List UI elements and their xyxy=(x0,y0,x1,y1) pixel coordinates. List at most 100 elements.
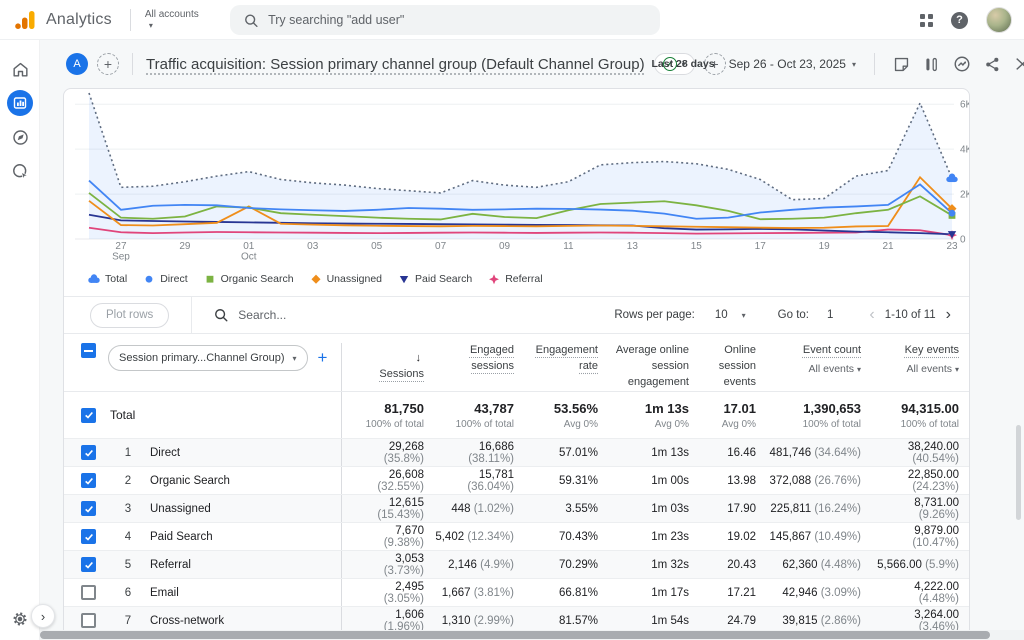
metric-cell: 29,268 (35.8%) xyxy=(341,439,434,466)
account-switcher[interactable]: All accounts ▾ xyxy=(145,10,199,30)
row-index: 7 xyxy=(108,615,148,627)
search-icon xyxy=(214,308,228,322)
table-row: 3Unassigned12,615 (15.43%)448 (1.02%)3.5… xyxy=(64,494,969,522)
divider xyxy=(191,297,192,334)
metric-cell: 66.81% xyxy=(524,587,608,599)
y-axis-label: 2K xyxy=(960,190,969,201)
apps-grid-icon[interactable] xyxy=(920,14,933,27)
rows-per-page-value[interactable]: 10 xyxy=(715,309,728,321)
search-icon xyxy=(244,13,258,28)
plot-rows-button[interactable]: Plot rows xyxy=(90,303,169,328)
dimension-dropdown[interactable]: Session primary...Channel Group) ▾ xyxy=(108,345,308,371)
help-icon[interactable]: ? xyxy=(951,12,968,29)
x-axis-sublabel: Sep xyxy=(112,252,130,262)
table-search-input[interactable] xyxy=(238,308,458,322)
table-search[interactable] xyxy=(214,308,614,322)
x-axis-label: 07 xyxy=(435,241,447,252)
sidebar-item-explore[interactable] xyxy=(0,120,40,154)
add-dimension-button[interactable]: + xyxy=(318,348,328,368)
global-search-input[interactable] xyxy=(268,13,646,27)
x-axis-label: 29 xyxy=(179,241,191,252)
row-checkbox[interactable] xyxy=(81,613,96,628)
clipped-edge-icon[interactable] xyxy=(1014,55,1024,73)
total-row-label: Total xyxy=(108,408,341,422)
metric-cell: 59.31% xyxy=(524,475,608,487)
column-header-average-online-session-engagement[interactable]: Average online session engagement xyxy=(608,343,699,391)
row-checkbox[interactable] xyxy=(81,445,96,460)
horizontal-scrollbar-thumb[interactable] xyxy=(40,631,990,639)
column-header-sessions[interactable]: ↓Sessions xyxy=(341,343,434,391)
metric-cell: 12,615 (15.43%) xyxy=(341,495,434,522)
table-row: 6Email2,495 (3.05%)1,667 (3.81%)66.81%1m… xyxy=(64,578,969,606)
notes-icon[interactable] xyxy=(893,56,910,73)
row-checkbox[interactable] xyxy=(81,557,96,572)
vertical-scrollbar-thumb[interactable] xyxy=(1016,425,1021,520)
share-icon[interactable] xyxy=(984,56,1001,73)
add-comparison-button[interactable]: + xyxy=(97,53,119,75)
metric-cell: 3,264.00 (3.46%) xyxy=(871,609,969,633)
legend-label: Unassigned xyxy=(327,273,382,285)
metric-cell: 70.43% xyxy=(524,531,608,543)
sidebar-item-home[interactable] xyxy=(0,52,40,86)
total-cell: 43,787100% of total xyxy=(434,401,524,430)
user-avatar[interactable] xyxy=(986,7,1012,33)
sidebar-item-reports[interactable] xyxy=(0,86,40,120)
metric-cell: 17.21 xyxy=(699,587,766,599)
report-title[interactable]: Traffic acquisition: Session primary cha… xyxy=(146,56,645,73)
total-cell: 94,315.00100% of total xyxy=(871,401,969,430)
metric-cell: 1m 23s xyxy=(608,531,699,543)
column-header-key-events[interactable]: Key eventsAll events ▾ xyxy=(871,343,969,377)
metric-cell: 4,222.00 (4.48%) xyxy=(871,581,969,605)
metric-cell: 481,746 (34.64%) xyxy=(766,447,871,459)
date-range-text: Sep 26 - Oct 23, 2025 xyxy=(729,57,846,71)
metric-cell: 225,811 (16.24%) xyxy=(766,503,871,515)
row-checkbox[interactable] xyxy=(81,529,96,544)
metric-filter[interactable]: All events ▾ xyxy=(766,362,861,377)
legend-item: Organic Search xyxy=(204,273,294,285)
metric-cell: 81.57% xyxy=(524,615,608,627)
chevron-down-icon[interactable]: ▾ xyxy=(742,311,746,320)
column-header-online-session-events[interactable]: Online session events xyxy=(699,343,766,391)
column-header-event-count[interactable]: Event countAll events ▾ xyxy=(766,343,871,377)
row-index: 2 xyxy=(108,475,148,487)
home-icon xyxy=(11,60,30,79)
metric-cell: 1m 03s xyxy=(608,503,699,515)
next-page-icon[interactable]: › xyxy=(942,307,955,323)
circle-marker-icon xyxy=(143,273,155,285)
pagination-range: 1-10 of 11 xyxy=(885,309,936,321)
metric-cell: 20.43 xyxy=(699,559,766,571)
bar-chart-icon xyxy=(13,96,27,110)
brand-title: Analytics xyxy=(46,11,112,29)
row-checkbox[interactable] xyxy=(81,501,96,516)
row-checkbox[interactable] xyxy=(81,473,96,488)
horizontal-scrollbar[interactable] xyxy=(40,630,1024,640)
prev-page-icon[interactable]: ‹ xyxy=(865,307,878,323)
metric-cell: 145,867 (10.49%) xyxy=(766,531,871,543)
sidebar-item-advertising[interactable] xyxy=(0,154,40,188)
comparison-icon[interactable] xyxy=(923,56,940,73)
date-range-picker[interactable]: Sep 26 - Oct 23, 2025 ▾ xyxy=(729,57,856,71)
insights-icon[interactable] xyxy=(953,55,971,73)
expand-nav-button[interactable]: › xyxy=(31,604,55,628)
entity-avatar[interactable]: A xyxy=(66,53,88,75)
global-search[interactable] xyxy=(230,5,660,35)
goto-page-value[interactable]: 1 xyxy=(827,309,833,321)
column-header-engagement-rate[interactable]: Engagement rate xyxy=(524,343,608,375)
explore-icon xyxy=(11,128,30,147)
y-axis-label: 6K xyxy=(960,100,969,111)
series-endpoint-marker xyxy=(949,210,956,217)
metric-cell: 7,670 (9.38%) xyxy=(341,523,434,550)
total-cell: 17.01Avg 0% xyxy=(699,401,766,430)
channel-name: Email xyxy=(148,587,341,599)
report-header: A + Traffic acquisition: Session primary… xyxy=(40,40,1024,88)
row-checkbox[interactable] xyxy=(81,585,96,600)
select-all-checkbox[interactable] xyxy=(81,343,96,358)
x-axis-label: 19 xyxy=(819,241,831,252)
column-header-engaged-sessions[interactable]: Engaged sessions xyxy=(434,343,524,375)
metric-filter[interactable]: All events ▾ xyxy=(871,362,959,377)
metric-cell: 1m 00s xyxy=(608,475,699,487)
total-row-checkbox[interactable] xyxy=(81,408,96,423)
metric-cell: 1m 32s xyxy=(608,559,699,571)
table-row: 1Direct29,268 (35.8%)16,686 (38.11%)57.0… xyxy=(64,438,969,466)
metric-cell: 1,310 (2.99%) xyxy=(434,615,524,627)
